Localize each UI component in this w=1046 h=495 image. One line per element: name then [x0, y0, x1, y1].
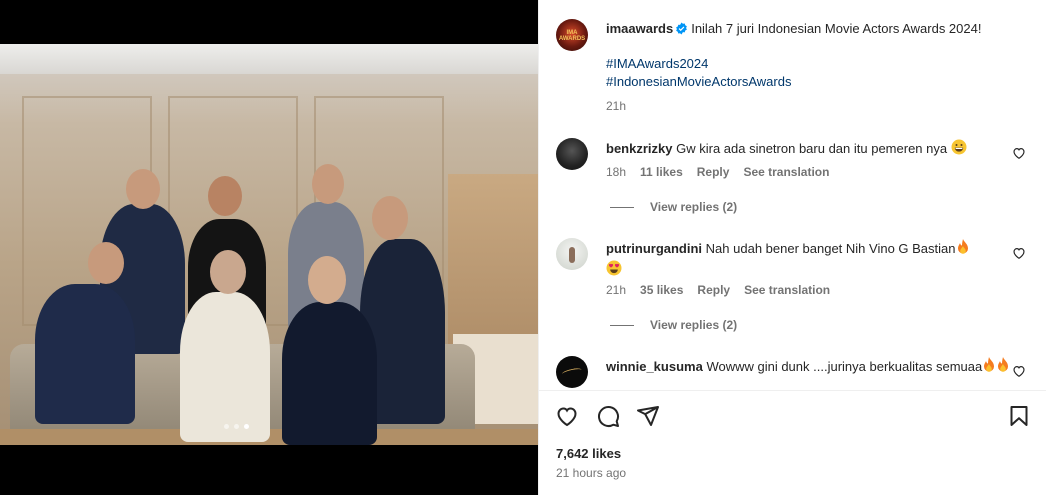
photo-person-head — [372, 196, 408, 240]
see-translation-button[interactable]: See translation — [743, 165, 829, 179]
grinning-face-emoji-icon — [951, 139, 967, 160]
fire-emoji-icon — [996, 357, 1010, 378]
comment: winnie_kusuma Wowww gini dunk ....juriny… — [606, 357, 1026, 378]
view-replies-label: View replies (2) — [650, 200, 738, 214]
comment-time[interactable]: 18h — [606, 165, 626, 179]
fire-emoji-icon — [956, 239, 970, 260]
photo-person-head — [210, 250, 246, 294]
post-action-bar — [555, 402, 1031, 430]
like-heart-icon[interactable] — [555, 404, 579, 428]
comment-meta: 18h 11 likes Reply See translation — [606, 165, 829, 179]
avatar-figure — [569, 247, 575, 263]
caption-time[interactable]: 21h — [606, 99, 626, 113]
hashtag-link[interactable]: #IMAAwards2024 — [606, 56, 708, 71]
post-media-pane — [0, 0, 538, 495]
caption-text: Inilah 7 juri Indonesian Movie Actors Aw… — [691, 21, 982, 36]
carousel-dot[interactable] — [234, 424, 239, 429]
view-replies-button[interactable]: View replies (2) — [610, 200, 737, 214]
comment-text: Nah udah bener banget Nih Vino G Bastian — [705, 241, 956, 256]
comment-text: Gw kira ada sinetron baru dan itu pemere… — [676, 141, 948, 156]
comment-username[interactable]: putrinurgandini — [606, 241, 702, 256]
see-translation-button[interactable]: See translation — [744, 283, 830, 297]
heart-eyes-emoji-icon — [606, 260, 622, 281]
comment-bubble-icon[interactable] — [596, 404, 620, 428]
like-comment-heart-icon[interactable] — [1012, 146, 1026, 160]
author-avatar[interactable]: IMA AWARDS — [556, 19, 588, 51]
fire-emoji-icon — [982, 357, 996, 378]
comment-time[interactable]: 21h — [606, 283, 626, 297]
photo-person-head — [312, 164, 344, 204]
comment-username[interactable]: benkzrizky — [606, 141, 672, 156]
comments-panel: IMA AWARDS imaawards Inilah 7 juri Indone… — [538, 0, 1046, 495]
comment-text: Wowww gini dunk ....jurinya berkualitas … — [706, 359, 983, 374]
verified-badge-icon — [675, 22, 688, 40]
comment-likes[interactable]: 11 likes — [640, 165, 683, 179]
author-username[interactable]: imaawards — [606, 21, 673, 36]
post-photo[interactable] — [0, 44, 538, 445]
caption: imaawards Inilah 7 juri Indonesian Movie … — [606, 20, 1026, 40]
view-replies-label: View replies (2) — [650, 318, 738, 332]
post-likes-count[interactable]: 7,642 likes — [556, 446, 621, 461]
view-replies-line — [610, 324, 634, 326]
photo-person — [180, 292, 270, 442]
carousel-dots — [224, 424, 249, 429]
comment: benkzrizky Gw kira ada sinetron baru dan… — [606, 139, 1026, 160]
save-bookmark-icon[interactable] — [1007, 404, 1031, 428]
photo-person — [35, 284, 135, 424]
actions-divider — [539, 390, 1046, 391]
photo-ceiling — [0, 44, 538, 74]
like-comment-heart-icon[interactable] — [1012, 364, 1026, 378]
reply-button[interactable]: Reply — [697, 165, 730, 179]
view-replies-button[interactable]: View replies (2) — [610, 318, 737, 332]
commenter-avatar[interactable] — [556, 356, 588, 388]
photo-person-head — [126, 169, 160, 209]
share-paper-plane-icon[interactable] — [636, 404, 660, 428]
photo-person-head — [208, 176, 242, 216]
reply-button[interactable]: Reply — [697, 283, 730, 297]
avatar-signature — [561, 366, 583, 378]
comment: putrinurgandini Nah udah bener banget Ni… — [606, 239, 1026, 281]
carousel-dot[interactable] — [224, 424, 229, 429]
comment-likes[interactable]: 35 likes — [640, 283, 683, 297]
photo-person-head — [308, 256, 346, 304]
comment-username[interactable]: winnie_kusuma — [606, 359, 703, 374]
commenter-avatar[interactable] — [556, 238, 588, 270]
like-comment-heart-icon[interactable] — [1012, 246, 1026, 260]
post-timestamp[interactable]: 21 hours ago — [556, 466, 626, 480]
avatar-logo-text: IMA AWARDS — [558, 30, 586, 42]
carousel-dot-active[interactable] — [244, 424, 249, 429]
photo-person-head — [88, 242, 124, 284]
commenter-avatar[interactable] — [556, 138, 588, 170]
hashtag-link[interactable]: #IndonesianMovieActorsAwards — [606, 74, 791, 89]
comment-meta: 21h 35 likes Reply See translation — [606, 283, 830, 297]
photo-person — [282, 302, 377, 445]
view-replies-line — [610, 206, 634, 208]
